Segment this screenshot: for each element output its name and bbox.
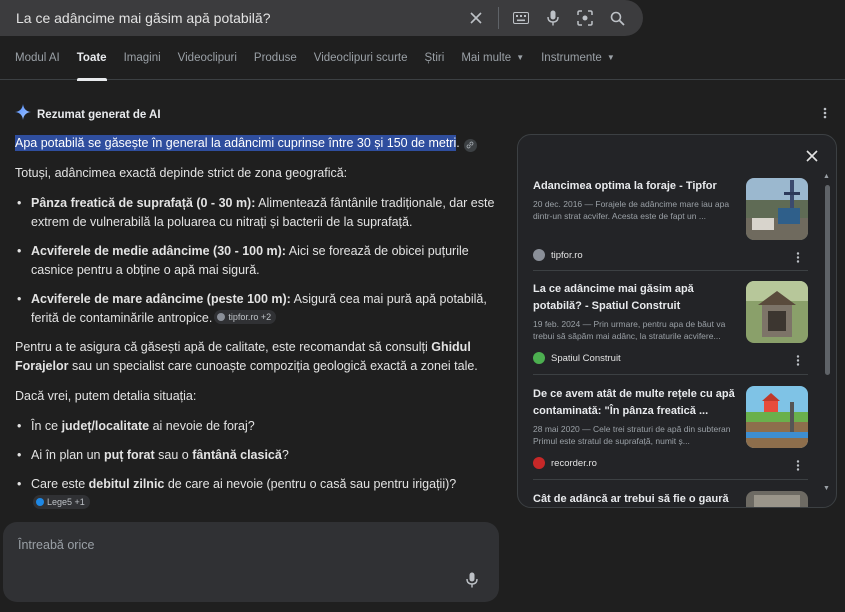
tipfor-favicon — [217, 313, 226, 321]
keyboard-icon[interactable] — [507, 4, 535, 32]
source-title[interactable]: La ce adâncime mai găsim apă potabilă? -… — [533, 281, 738, 315]
source-title[interactable]: De ce avem atât de multe rețele cu apă c… — [533, 386, 738, 420]
divider — [533, 374, 808, 375]
source-snippet: 19 feb. 2024 — Prin urmare, pentru apa d… — [533, 319, 726, 341]
tipfor-favicon — [533, 249, 545, 261]
answer-intro: Totuși, adâncimea exactă depinde strict … — [15, 166, 348, 180]
source-snippet: 28 mai 2020 — Cele trei straturi de apă … — [533, 424, 731, 446]
divider — [533, 479, 808, 480]
depth-list: Pânza freatică de suprafață (0 - 30 m): … — [15, 194, 495, 328]
source-chip[interactable]: tipfor.ro +2 — [214, 310, 277, 324]
ask-input-box[interactable]: Întreabă orice — [3, 522, 499, 602]
source-site[interactable]: tipfor.ro — [533, 249, 583, 261]
lens-icon[interactable] — [571, 4, 599, 32]
sources-panel: ▲ ▼ Adancimea optima la foraje - Tipfor … — [517, 134, 837, 508]
source-thumbnail[interactable] — [746, 386, 808, 448]
source-card[interactable]: Adancimea optima la foraje - Tipfor 20 d… — [533, 178, 808, 268]
close-icon[interactable] — [462, 4, 490, 32]
more-options-icon[interactable] — [796, 250, 800, 268]
spatiul-construit-favicon — [533, 352, 545, 364]
search-separator — [498, 7, 499, 29]
source-card[interactable]: La ce adâncime mai găsim apă potabilă? -… — [533, 281, 808, 371]
scroll-down-icon[interactable]: ▼ — [823, 485, 830, 492]
divider — [533, 270, 808, 271]
source-title[interactable]: Cât de adâncă ar trebui să fie o gaură — [533, 491, 738, 507]
list-item: Care este debitul zilnic de care ai nevo… — [15, 475, 495, 513]
ai-overview-title: Rezumat generat de AI — [37, 108, 161, 121]
tab-videos[interactable]: Videoclipuri — [178, 52, 237, 80]
source-snippet: 20 dec. 2016 — Forajele de adâncime mare… — [533, 199, 730, 221]
scrollbar[interactable] — [825, 185, 830, 375]
list-item: În ce județ/localitate ai nevoie de fora… — [15, 417, 495, 436]
answer-advice: Pentru a te asigura că găsești apă de ca… — [15, 340, 478, 373]
source-chip[interactable]: Lege5 +1 — [33, 495, 90, 509]
close-icon[interactable] — [806, 149, 818, 167]
lege5-favicon — [36, 498, 44, 506]
more-options-icon[interactable] — [823, 106, 827, 124]
mic-icon[interactable] — [466, 572, 478, 593]
ai-overview-answer: Apa potabilă se găsește în general la ad… — [15, 134, 495, 523]
tab-short-videos[interactable]: Videoclipuri scurte — [314, 52, 408, 80]
source-site[interactable]: Spatiul Construit — [533, 352, 621, 364]
search-tabs: Modul AI Toate Imagini Videoclipuri Prod… — [0, 52, 845, 81]
mic-icon[interactable] — [539, 4, 567, 32]
ai-overview-header: Rezumat generat de AI — [15, 104, 161, 125]
tab-all[interactable]: Toate — [76, 52, 107, 81]
chevron-down-icon: ▼ — [606, 53, 615, 62]
more-options-icon[interactable] — [796, 458, 800, 476]
tab-shopping[interactable]: Produse — [254, 52, 297, 80]
tab-more[interactable]: Mai multe ▼ — [461, 52, 524, 80]
search-input[interactable]: La ce adâncime mai găsim apă potabilă? — [0, 10, 460, 26]
sparkle-icon — [15, 104, 31, 125]
tab-images[interactable]: Imagini — [124, 52, 161, 80]
more-options-icon[interactable] — [796, 353, 800, 371]
source-card[interactable]: Cât de adâncă ar trebui să fie o gaură — [533, 491, 808, 507]
chevron-down-icon: ▼ — [516, 53, 525, 62]
source-site[interactable]: recorder.ro — [533, 457, 597, 469]
scroll-up-icon[interactable]: ▲ — [823, 173, 830, 180]
list-item: Ai în plan un puț forat sau o fântână cl… — [15, 446, 495, 465]
answer-followup: Dacă vrei, putem detalia situația: — [15, 389, 197, 403]
answer-lead: Apa potabilă se găsește în general la ad… — [15, 134, 495, 153]
source-card[interactable]: De ce avem atât de multe rețele cu apă c… — [533, 386, 808, 476]
source-thumbnail[interactable] — [746, 178, 808, 240]
questions-list: În ce județ/localitate ai nevoie de fora… — [15, 417, 495, 513]
recorder-favicon — [533, 457, 545, 469]
tab-ai-mode[interactable]: Modul AI — [15, 52, 60, 80]
search-icon[interactable] — [603, 4, 631, 32]
ask-input[interactable]: Întreabă orice — [18, 538, 94, 552]
search-bar[interactable]: La ce adâncime mai găsim apă potabilă? — [0, 0, 643, 36]
source-title[interactable]: Adancimea optima la foraje - Tipfor — [533, 178, 738, 195]
source-thumbnail[interactable] — [746, 281, 808, 343]
list-item: Acviferele de medie adâncime (30 - 100 m… — [15, 242, 495, 280]
tab-news[interactable]: Știri — [425, 52, 445, 80]
link-icon[interactable] — [463, 138, 477, 152]
list-item: Pânza freatică de suprafață (0 - 30 m): … — [15, 194, 495, 232]
tab-tools[interactable]: Instrumente ▼ — [541, 52, 615, 80]
source-thumbnail[interactable] — [746, 491, 808, 507]
list-item: Acviferele de mare adâncime (peste 100 m… — [15, 290, 495, 328]
highlighted-answer: Apa potabilă se găsește în general la ad… — [15, 135, 457, 151]
